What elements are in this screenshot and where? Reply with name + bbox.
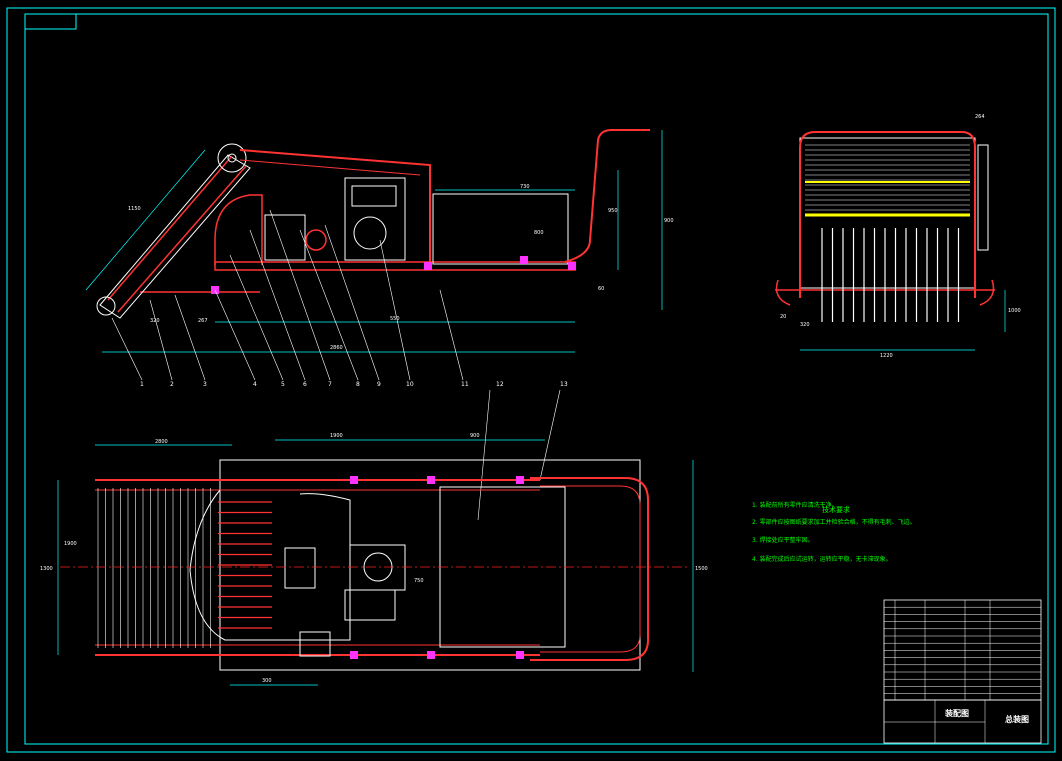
joint-d bbox=[568, 262, 576, 270]
tech-item-2: 2. 零部件应按图纸要求加工并检验合格，不得有毛刺、飞边。 bbox=[752, 518, 916, 526]
end-top-rail bbox=[799, 131, 976, 149]
end-frame bbox=[799, 137, 976, 289]
end-slats bbox=[805, 144, 970, 211]
title-block: 装配图 总装图 bbox=[883, 599, 1042, 744]
callout-1: 1 bbox=[140, 381, 144, 388]
end-wheel-left bbox=[775, 279, 791, 306]
tech-item-3: 3. 焊接处应平整牢固。 bbox=[752, 536, 814, 544]
hopper-box bbox=[432, 193, 569, 265]
callout-4: 4 bbox=[253, 381, 257, 388]
plan-joint-1 bbox=[350, 476, 358, 484]
conveyor-incline bbox=[99, 154, 251, 319]
callout-13: 13 bbox=[560, 381, 568, 388]
side-dim-9: 320 bbox=[150, 318, 160, 324]
end-tines bbox=[821, 228, 960, 322]
end-dim-0: 264 bbox=[975, 114, 985, 120]
plan-joint-5 bbox=[516, 476, 524, 484]
conveyor-belt-top bbox=[107, 155, 233, 301]
plan-handle bbox=[530, 477, 649, 661]
pump-pulley bbox=[305, 229, 327, 251]
side-dim-6: 267 bbox=[198, 318, 208, 324]
callout-8: 8 bbox=[356, 381, 360, 388]
plan-slats bbox=[97, 488, 211, 648]
callout-7: 7 bbox=[328, 381, 332, 388]
callout-3: 3 bbox=[203, 381, 207, 388]
callout-2: 2 bbox=[170, 381, 174, 388]
outer-border bbox=[6, 7, 1056, 753]
callout-labels: 1 2 3 4 5 6 7 8 9 10 11 12 13 bbox=[140, 381, 568, 388]
plan-dim-4: 1500 bbox=[695, 566, 708, 572]
end-dim-2: 1000 bbox=[1008, 308, 1021, 314]
side-dim-8: 60 bbox=[598, 286, 604, 292]
side-handle bbox=[564, 129, 650, 263]
side-dim-2: 550 bbox=[390, 316, 400, 322]
callout-11: 11 bbox=[461, 381, 469, 388]
plan-dim-5: 300 bbox=[262, 678, 272, 684]
plan-joint-6 bbox=[516, 651, 524, 659]
end-view: 264 1220 1000 320 20 bbox=[775, 114, 1021, 359]
bom-table bbox=[883, 599, 1042, 701]
end-dim-1: 1220 bbox=[880, 353, 893, 359]
end-dim-4: 20 bbox=[780, 314, 786, 320]
side-dim-4: 900 bbox=[664, 218, 674, 224]
plan-joint-3 bbox=[350, 651, 358, 659]
plan-motor-mount bbox=[299, 631, 331, 657]
engine-head bbox=[351, 185, 397, 207]
drawing-title: 装配图 bbox=[944, 708, 969, 718]
plan-view: 2800 1900 900 1300 1500 300 1900 750 bbox=[40, 433, 708, 686]
callout-5: 5 bbox=[281, 381, 285, 388]
tail-sprocket bbox=[96, 296, 116, 316]
side-dim-3: 800 bbox=[534, 230, 544, 236]
tech-requirements: 技术要求 1. 装配前所有零件应清洗干净。 2. 零部件应按图纸要求加工并检验合… bbox=[752, 501, 916, 563]
plan-handle-inner bbox=[540, 485, 641, 653]
side-dim-0: 2860 bbox=[330, 345, 343, 351]
side-dim-1: 730 bbox=[520, 184, 530, 190]
joint-b bbox=[424, 262, 432, 270]
end-side-plate bbox=[977, 144, 989, 251]
callout-leaders bbox=[111, 209, 561, 521]
cad-drawing-sheet: 1 2 3 4 5 6 7 8 9 10 11 12 13 2860 730 5… bbox=[0, 0, 1062, 761]
plan-frame-outline bbox=[219, 459, 641, 671]
inner-border bbox=[24, 13, 1049, 745]
plan-engine bbox=[349, 544, 406, 591]
plan-battery bbox=[344, 589, 396, 621]
tech-item-4: 4. 装配完成后应试运转，运转应平稳，无卡滞现象。 bbox=[752, 555, 892, 563]
head-sprocket bbox=[217, 143, 247, 173]
tech-item-1: 1. 装配前所有零件应清洗干净。 bbox=[752, 501, 838, 509]
bom-rows bbox=[884, 606, 1041, 694]
support-arc bbox=[214, 194, 263, 265]
end-wheel-right bbox=[979, 279, 995, 306]
callout-10: 10 bbox=[406, 381, 414, 388]
corner-tag bbox=[24, 13, 77, 30]
plan-pump bbox=[284, 547, 316, 589]
drawing-canvas: 1 2 3 4 5 6 7 8 9 10 11 12 13 2860 730 5… bbox=[6, 7, 1056, 753]
plan-dim-6: 1900 bbox=[64, 541, 77, 547]
sheet-label: 总装图 bbox=[1005, 714, 1029, 724]
plan-dim-2: 900 bbox=[470, 433, 480, 439]
joint-c bbox=[520, 256, 528, 264]
end-dim-3: 320 bbox=[800, 322, 810, 328]
side-dim-slope bbox=[85, 149, 206, 291]
callout-6: 6 bbox=[303, 381, 307, 388]
plan-dim-3: 1300 bbox=[40, 566, 53, 572]
side-dim-7: 1150 bbox=[128, 206, 141, 212]
conveyor-belt-bottom bbox=[117, 165, 247, 313]
head-sprocket-hub bbox=[227, 153, 237, 163]
side-view bbox=[85, 129, 663, 353]
plan-dim-7: 750 bbox=[414, 578, 424, 584]
plan-joint-2 bbox=[427, 476, 435, 484]
plan-dim-1: 1900 bbox=[330, 433, 343, 439]
side-dim-5: 950 bbox=[608, 208, 618, 214]
plan-dim-0: 2800 bbox=[155, 439, 168, 445]
callout-9: 9 bbox=[377, 381, 381, 388]
plan-tines bbox=[218, 501, 272, 629]
plan-joint-4 bbox=[427, 651, 435, 659]
callout-12: 12 bbox=[496, 381, 504, 388]
